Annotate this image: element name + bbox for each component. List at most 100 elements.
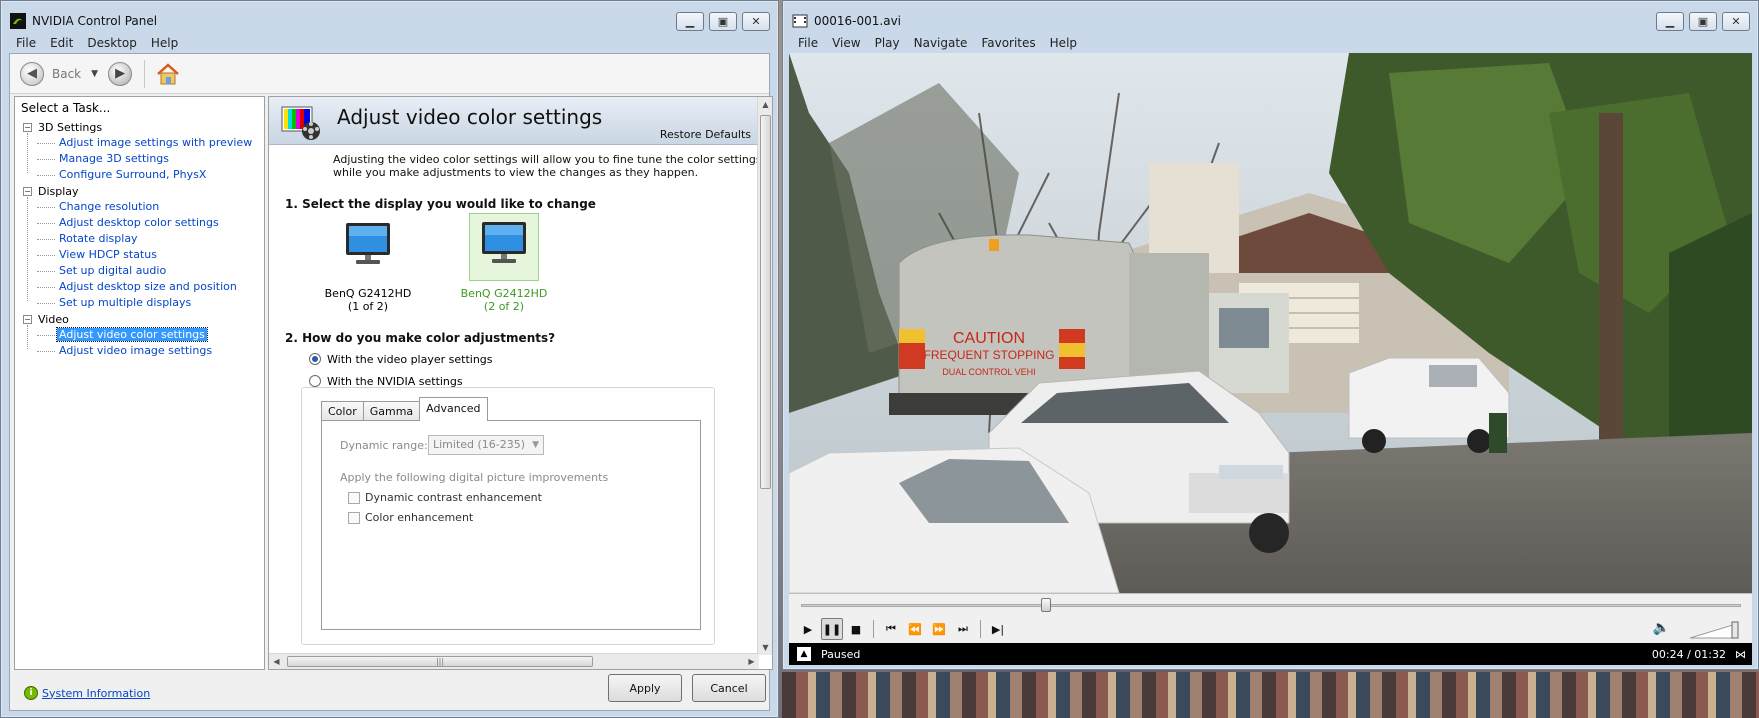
vertical-scroll-thumb[interactable]	[760, 115, 771, 489]
seek-bar[interactable]	[801, 598, 1741, 612]
tree-item-adjust-image-settings[interactable]: Adjust image settings with preview	[36, 135, 252, 151]
maximize-icon: ▣	[1697, 15, 1709, 28]
system-information-link[interactable]: System Information	[42, 687, 150, 700]
menu-edit[interactable]: Edit	[43, 36, 80, 50]
scroll-left-icon[interactable]: ◀	[269, 654, 284, 669]
content-horizontal-scrollbar[interactable]: ◀ ||| ▶	[269, 653, 759, 669]
scroll-right-icon[interactable]: ▶	[744, 654, 759, 669]
section-color-adjust: 2. How do you make color adjustments?	[285, 331, 755, 345]
tab-color[interactable]: Color	[321, 401, 364, 421]
display-2-card[interactable]	[469, 213, 539, 281]
close-button[interactable]: ✕	[742, 12, 770, 31]
color-enhancement-checkbox[interactable]	[348, 511, 360, 524]
tree-item-adjust-desktop-size[interactable]: Adjust desktop size and position	[36, 279, 252, 295]
dynamic-contrast-checkbox[interactable]	[348, 491, 360, 504]
pause-button[interactable]: ❚❚	[821, 618, 843, 640]
tree-item-configure-surround[interactable]: Configure Surround, PhysX	[36, 167, 252, 183]
close-button[interactable]: ✕	[1722, 12, 1750, 31]
apply-button[interactable]: Apply	[608, 674, 682, 702]
radio-nvidia[interactable]	[309, 375, 321, 387]
tree-item-manage-3d-settings[interactable]: Manage 3D settings	[36, 151, 252, 167]
section-1-title: 1. Select the display you would like to …	[285, 197, 596, 211]
minimize-button[interactable]: ▁	[1656, 12, 1684, 31]
settings-tabs: Color Gamma Advanced	[321, 397, 488, 421]
nvidia-client-area: ◀ Back ▼ ▶ Select a Task... − 3D Setting…	[9, 53, 773, 711]
scroll-up-icon[interactable]: ▲	[758, 97, 772, 112]
tree-category-display[interactable]: − Display	[23, 183, 252, 199]
rewind-button[interactable]: ⏪	[904, 618, 926, 640]
video-color-icon	[281, 105, 327, 143]
player-menubar: File View Play Navigate Favorites Help	[791, 33, 1750, 53]
scroll-down-icon[interactable]: ▼	[758, 640, 772, 655]
menu-file[interactable]: File	[791, 36, 825, 50]
player-window-title: 00016-001.avi	[814, 14, 902, 28]
radio-video-player[interactable]	[309, 353, 321, 365]
display-1-card[interactable]	[333, 215, 403, 283]
dynamic-contrast-row[interactable]: Dynamic contrast enhancement	[348, 491, 542, 504]
stop-button[interactable]: ■	[845, 618, 867, 640]
menu-desktop[interactable]: Desktop	[80, 36, 144, 50]
playback-time: 00:24 / 01:32	[1651, 647, 1726, 661]
home-icon[interactable]	[155, 61, 181, 87]
previous-button[interactable]: ⏮	[880, 618, 902, 640]
speaker-icon[interactable]: 🔈	[1653, 620, 1670, 636]
tree-item-rotate-display[interactable]: Rotate display	[36, 231, 252, 247]
task-pane: Select a Task... − 3D Settings Adjust im…	[14, 96, 265, 670]
tree-item-view-hdcp-status[interactable]: View HDCP status	[36, 247, 252, 263]
toolbar-separator	[144, 59, 146, 88]
tree-category-3d-settings[interactable]: − 3D Settings	[23, 119, 252, 135]
menu-help[interactable]: Help	[1043, 36, 1084, 50]
menu-file[interactable]: File	[9, 36, 43, 50]
minimize-button[interactable]: ▁	[676, 12, 704, 31]
content-vertical-scrollbar[interactable]: ▲ ▼	[757, 97, 772, 655]
tab-advanced[interactable]: Advanced	[419, 397, 488, 421]
section-select-display: 1. Select the display you would like to …	[285, 197, 755, 211]
menu-favorites[interactable]: Favorites	[974, 36, 1042, 50]
dynamic-range-label: Dynamic range:	[340, 439, 428, 452]
cancel-button[interactable]: Cancel	[692, 674, 766, 702]
back-history-dropdown-icon[interactable]: ▼	[91, 69, 98, 79]
tree-item-adjust-desktop-color[interactable]: Adjust desktop color settings	[36, 215, 252, 231]
monitor-icon	[346, 223, 390, 264]
tree-group-3d-settings: − 3D Settings Adjust image settings with…	[23, 119, 252, 183]
maximize-button[interactable]: ▣	[1689, 12, 1717, 31]
dynamic-range-select[interactable]: Limited (16-235) ▼	[428, 435, 544, 455]
tree-item-adjust-video-color[interactable]: Adjust video color settings	[36, 327, 252, 343]
fast-forward-button[interactable]: ⏩	[928, 618, 950, 640]
back-button[interactable]: ◀	[20, 61, 44, 86]
tree-item-set-up-digital-audio[interactable]: Set up digital audio	[36, 263, 252, 279]
rewind-icon: ⏪	[908, 622, 922, 636]
radio-video-player-row[interactable]: With the video player settings	[309, 351, 493, 367]
stop-icon: ■	[850, 622, 862, 636]
menu-navigate[interactable]: Navigate	[907, 36, 975, 50]
tree-category-video[interactable]: − Video	[23, 311, 252, 327]
tab-gamma[interactable]: Gamma	[362, 401, 421, 421]
tree-item-set-up-multiple-displays[interactable]: Set up multiple displays	[36, 295, 252, 311]
menu-play[interactable]: Play	[868, 36, 907, 50]
tree-item-change-resolution[interactable]: Change resolution	[36, 199, 252, 215]
maximize-button[interactable]: ▣	[709, 12, 737, 31]
color-enhancement-label: Color enhancement	[365, 511, 474, 524]
collapse-icon[interactable]: −	[23, 314, 32, 324]
play-button[interactable]: ▶	[797, 618, 819, 640]
horizontal-scroll-thumb[interactable]: |||	[287, 656, 593, 667]
restore-defaults-link[interactable]: Restore Defaults	[660, 128, 751, 141]
video-frame[interactable]: CAUTION FREQUENT STOPPING DUAL CONTROL V…	[789, 53, 1752, 593]
menu-view[interactable]: View	[825, 36, 867, 50]
seek-thumb[interactable]	[1040, 598, 1051, 612]
chevron-down-icon: ▼	[532, 440, 539, 450]
task-heading: Select a Task...	[21, 101, 111, 115]
display-1-label: BenQ G2412HD (1 of 2)	[313, 287, 423, 313]
collapse-icon[interactable]: −	[23, 122, 32, 132]
tree-item-adjust-video-image[interactable]: Adjust video image settings	[36, 343, 252, 359]
tree-group-display: − Display Change resolution Adjust deskt…	[23, 183, 252, 311]
frame-step-button[interactable]: ▶|	[987, 618, 1009, 640]
forward-button[interactable]: ▶	[108, 61, 133, 86]
color-enhancement-row[interactable]: Color enhancement	[348, 511, 473, 524]
volume-slider[interactable]	[1690, 620, 1740, 640]
menu-help[interactable]: Help	[144, 36, 185, 50]
minimize-icon: ▁	[685, 15, 695, 28]
next-button[interactable]: ⏭	[952, 618, 974, 640]
display-1-name: BenQ G2412HD	[324, 287, 412, 300]
collapse-icon[interactable]: −	[23, 186, 32, 196]
